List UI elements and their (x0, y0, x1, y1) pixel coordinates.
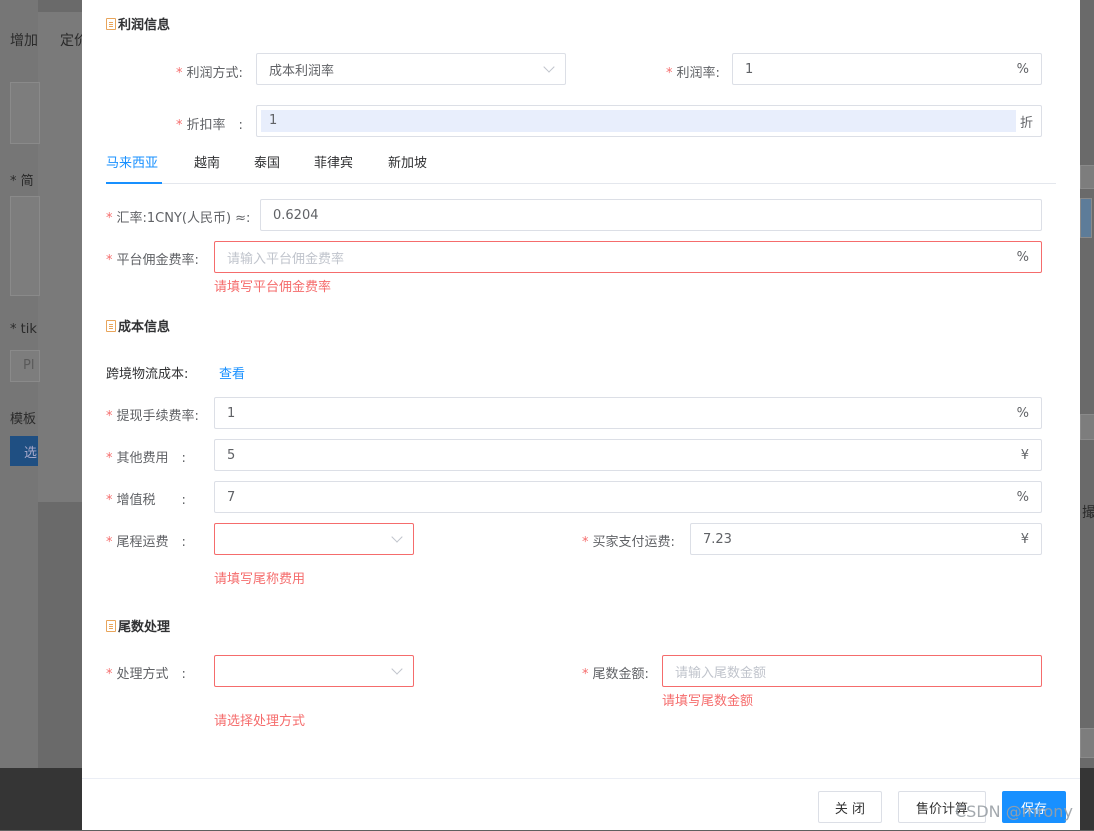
background-button: 选 (10, 436, 38, 466)
background-label: * 简 (10, 174, 34, 189)
profit-section-title: 利润信息 (106, 14, 170, 33)
withdraw-fee-input[interactable]: 1 % (214, 397, 1042, 429)
background-tab-label: 增加 (10, 33, 38, 49)
rounding-amount-input[interactable]: 请输入尾数金额 (662, 655, 1042, 687)
chevron-down-icon (391, 663, 403, 675)
watermark: CSDN @mrony (955, 802, 1073, 821)
background-box (1080, 198, 1092, 238)
tail-freight-select[interactable] (214, 523, 414, 555)
rounding-method-label: * 处理方式 : (106, 667, 186, 682)
percent-suffix: % (1016, 489, 1029, 505)
percent-suffix: % (1016, 249, 1029, 265)
discount-suffix: 折 (1019, 115, 1033, 131)
profit-rate-input[interactable]: 1 % (732, 53, 1042, 85)
rounding-amount-error: 请填写尾数金额 (662, 694, 754, 709)
section-title-text: 利润信息 (118, 18, 171, 33)
other-fee-label: * 其他费用 : (106, 451, 186, 466)
close-button[interactable]: 关 闭 (818, 791, 882, 823)
vat-input[interactable]: 7 % (214, 481, 1042, 513)
background-label: 模板 (10, 412, 37, 427)
buyer-shipping-value: 7.23 (703, 531, 732, 547)
rounding-method-error: 请选择处理方式 (214, 714, 306, 729)
background-button-label: 选 (24, 446, 38, 461)
exchange-rate-value: 0.6204 (273, 207, 319, 223)
buyer-shipping-input[interactable]: 7.23 ¥ (690, 523, 1042, 555)
vat-value: 7 (227, 489, 236, 505)
modal-footer: 关 闭 售价计算 保存 (82, 778, 1080, 831)
tab-philippines[interactable]: 菲律宾 (314, 152, 353, 171)
buyer-shipping-label: * 买家支付运费: (582, 535, 675, 550)
background-input: Pl (10, 350, 40, 382)
background-box (1080, 165, 1094, 189)
background-box (1080, 728, 1094, 758)
discount-input[interactable]: 1 折 (256, 105, 1042, 137)
rounding-section-title: 尾数处理 (106, 616, 170, 635)
exchange-rate-input[interactable]: 0.6204 (260, 199, 1042, 231)
profit-rate-value: 1 (745, 61, 754, 77)
pricing-modal: 利润信息 * 利润方式: 成本利润率 * 利润率: 1 % * 折扣率 : 1 折 马… (82, 0, 1080, 830)
withdraw-fee-label: * 提现手续费率: (106, 409, 199, 424)
commission-label: * 平台佣金费率: (106, 253, 199, 268)
tab-active-indicator (106, 182, 162, 184)
background-box (10, 82, 40, 144)
withdraw-fee-value: 1 (227, 405, 236, 421)
chevron-down-icon (391, 531, 403, 543)
rounding-amount-placeholder: 请输入尾数金额 (675, 665, 767, 681)
profit-rate-label: * 利润率: (666, 66, 720, 81)
document-icon (106, 17, 116, 30)
commission-input[interactable]: 请输入平台佣金费率 % (214, 241, 1042, 273)
exchange-rate-label: * 汇率:1CNY(人民币) ≈: (106, 211, 251, 226)
background-label: 撮 (1082, 505, 1094, 521)
country-tabs: 马来西亚 越南 泰国 菲律宾 新加坡 (106, 148, 1056, 184)
other-fee-input[interactable]: 5 ¥ (214, 439, 1042, 471)
background-box (1080, 414, 1094, 440)
profit-method-value: 成本利润率 (269, 63, 335, 79)
yuan-suffix: ¥ (1020, 531, 1029, 547)
vat-label: * 增值税 : (106, 493, 186, 508)
background-placeholder: Pl (23, 358, 35, 373)
profit-method-label: * 利润方式: (176, 66, 243, 81)
profit-method-select[interactable]: 成本利润率 (256, 53, 566, 85)
logistics-view-link[interactable]: 查看 (219, 363, 245, 382)
section-title-text: 尾数处理 (118, 620, 171, 635)
discount-value: 1 (261, 110, 1016, 132)
tail-freight-label: * 尾程运费 : (106, 535, 186, 550)
tab-malaysia[interactable]: 马来西亚 (106, 152, 158, 171)
background-box (10, 196, 40, 296)
rounding-amount-label: * 尾数金额: (582, 667, 649, 682)
document-icon (106, 319, 116, 332)
percent-suffix: % (1016, 61, 1029, 77)
percent-suffix: % (1016, 405, 1029, 421)
commission-error: 请填写平台佣金费率 (214, 280, 332, 295)
section-title-text: 成本信息 (118, 320, 171, 335)
document-icon (106, 619, 116, 632)
discount-label: * 折扣率 : (176, 118, 243, 133)
yuan-suffix: ¥ (1020, 447, 1029, 463)
chevron-down-icon (543, 61, 555, 73)
tab-singapore[interactable]: 新加坡 (388, 152, 427, 171)
other-fee-value: 5 (227, 447, 236, 463)
tab-vietnam[interactable]: 越南 (194, 152, 220, 171)
logistics-cost-label: 跨境物流成本: (106, 367, 189, 382)
cost-section-title: 成本信息 (106, 316, 170, 335)
background-label: * tik (10, 322, 37, 337)
tab-thailand[interactable]: 泰国 (254, 152, 280, 171)
rounding-method-select[interactable] (214, 655, 414, 687)
commission-placeholder: 请输入平台佣金费率 (227, 251, 345, 267)
tail-freight-error: 请填写尾称费用 (214, 572, 306, 587)
